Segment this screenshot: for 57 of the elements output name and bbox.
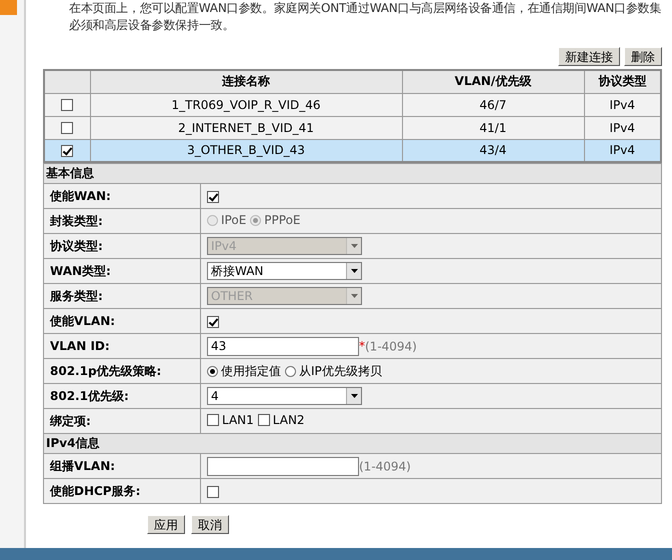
radio-button[interactable] bbox=[285, 366, 296, 376]
field-label: 802.1p优先级策略: bbox=[44, 358, 200, 384]
table-cell: 41/1 bbox=[402, 116, 584, 139]
intro-text: 在本页面上，您可以配置WAN口参数。家庭网关ONT通过WAN口与高层网络设备通信，在通信期间WAN口参数集必须和高层设备参数保持一致。 bbox=[69, 0, 662, 34]
checkbox-option[interactable]: LAN2 bbox=[258, 413, 305, 427]
dropdown-arrow-icon bbox=[350, 244, 358, 248]
toolbar-button[interactable]: 删除 bbox=[624, 47, 662, 66]
table-cell: 2_INTERNET_B_VID_41 bbox=[90, 116, 402, 139]
action-button[interactable]: 应用 bbox=[147, 515, 185, 534]
radio-option[interactable]: 使用指定值 bbox=[207, 362, 281, 380]
toolbar-button[interactable]: 新建连接 bbox=[558, 47, 620, 66]
column-header: 协议类型 bbox=[584, 70, 661, 93]
dropdown-arrow-icon bbox=[350, 394, 358, 398]
dropdown[interactable]: 4 bbox=[207, 387, 362, 405]
field-label: 封装类型: bbox=[44, 208, 200, 234]
range-hint: (1-4094) bbox=[359, 459, 411, 473]
dropdown[interactable]: 桥接WAN bbox=[207, 262, 362, 280]
field-label: WAN类型: bbox=[44, 258, 200, 284]
checkbox[interactable] bbox=[207, 486, 219, 498]
checkbox[interactable] bbox=[207, 316, 219, 328]
field-label: 协议类型: bbox=[44, 234, 200, 258]
table-cell: 43/4 bbox=[402, 139, 584, 162]
row-checkbox[interactable] bbox=[61, 144, 74, 157]
table-cell: 3_OTHER_B_VID_43 bbox=[90, 139, 402, 162]
checkbox[interactable] bbox=[207, 190, 219, 203]
select-cell[interactable] bbox=[44, 93, 90, 116]
dropdown-arrow-icon bbox=[350, 269, 358, 273]
table-cell: 1_TR069_VOIP_R_VID_46 bbox=[90, 93, 402, 116]
table-cell: 46/7 bbox=[402, 93, 584, 116]
table-cell: IPv4 bbox=[584, 93, 661, 116]
radio-button[interactable] bbox=[207, 366, 218, 376]
field-label: 组播VLAN: bbox=[44, 454, 200, 478]
radio-option[interactable]: 从IP优先级拷贝 bbox=[285, 362, 382, 380]
row-checkbox[interactable] bbox=[61, 122, 74, 134]
column-header: 连接名称 bbox=[90, 70, 402, 93]
field-label: VLAN ID: bbox=[44, 334, 200, 358]
required-mark: * bbox=[359, 338, 365, 352]
select-cell[interactable] bbox=[44, 139, 90, 162]
field-label: 绑定项: bbox=[44, 408, 200, 434]
row-checkbox[interactable] bbox=[61, 99, 74, 112]
checkbox-option[interactable]: LAN1 bbox=[207, 413, 254, 427]
section-header: IPv4信息 bbox=[44, 434, 662, 454]
field-label: 802.1优先级: bbox=[44, 384, 200, 408]
field-label: 使能DHCP服务: bbox=[44, 478, 200, 504]
field-label: 使能VLAN: bbox=[44, 308, 200, 334]
action-button[interactable]: 取消 bbox=[191, 515, 229, 534]
table-cell: IPv4 bbox=[584, 116, 661, 139]
field-label: 服务类型: bbox=[44, 284, 200, 308]
input-field[interactable]: 43 bbox=[207, 336, 359, 356]
range-hint: (1-4094) bbox=[365, 339, 417, 353]
section-header: 基本信息 bbox=[44, 164, 662, 184]
select-cell[interactable] bbox=[44, 116, 90, 139]
field-label: 使能WAN: bbox=[44, 184, 200, 208]
column-header: VLAN/优先级 bbox=[402, 70, 584, 93]
dropdown-arrow-icon bbox=[350, 294, 358, 298]
input-field[interactable] bbox=[207, 456, 359, 476]
table-cell: IPv4 bbox=[584, 139, 661, 162]
